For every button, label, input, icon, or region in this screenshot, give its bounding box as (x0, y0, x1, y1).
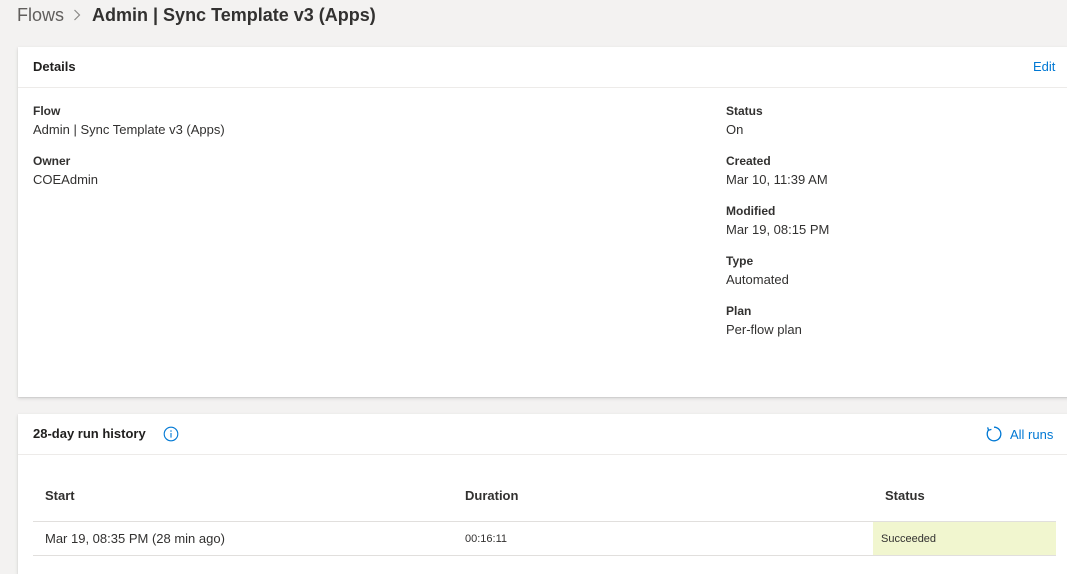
field-created-value: Mar 10, 11:39 AM (726, 172, 828, 187)
run-history-title: 28-day run history (33, 426, 146, 441)
field-type: Type Automated (726, 254, 789, 288)
all-runs-label: All runs (1010, 426, 1054, 442)
field-plan-value: Per-flow plan (726, 322, 802, 337)
field-plan: Plan Per-flow plan (726, 304, 802, 338)
chevron-right-icon (73, 9, 81, 21)
run-history-card-header: 28-day run history All runs (18, 414, 1067, 455)
field-created-label: Created (726, 154, 771, 168)
field-flow: Flow Admin | Sync Template v3 (Apps) (33, 104, 225, 138)
field-flow-label: Flow (33, 104, 61, 118)
field-status-label: Status (726, 104, 763, 118)
column-header-status[interactable]: Status (885, 488, 925, 503)
details-card: Details Edit Flow Admin | Sync Template … (18, 47, 1067, 397)
field-plan-label: Plan (726, 304, 752, 318)
status-badge: Succeeded (873, 522, 1056, 555)
run-status: Succeeded (881, 533, 937, 545)
details-title: Details (33, 59, 76, 74)
column-header-duration[interactable]: Duration (465, 488, 518, 503)
breadcrumb: Flows Admin | Sync Template v3 (Apps) (17, 2, 376, 28)
page-title: Admin | Sync Template v3 (Apps) (92, 4, 376, 25)
run-start[interactable]: Mar 19, 08:35 PM (28 min ago) (45, 531, 225, 546)
field-created: Created Mar 10, 11:39 AM (726, 154, 828, 188)
field-modified-value: Mar 19, 08:15 PM (726, 222, 830, 237)
field-flow-value: Admin | Sync Template v3 (Apps) (33, 122, 225, 137)
field-owner: Owner COEAdmin (33, 154, 98, 188)
breadcrumb-flows-link[interactable]: Flows (17, 5, 64, 26)
column-header-start[interactable]: Start (45, 488, 75, 503)
field-status: Status On (726, 104, 763, 138)
field-status-value: On (726, 122, 744, 137)
field-owner-label: Owner (33, 154, 71, 168)
run-history-card: 28-day run history All runs Start Durati… (18, 414, 1067, 574)
run-duration: 00:16:11 (465, 533, 508, 545)
details-card-header: Details Edit (18, 47, 1067, 88)
field-modified-label: Modified (726, 204, 776, 218)
edit-button[interactable]: Edit (1033, 59, 1055, 74)
all-runs-button[interactable]: All runs (985, 425, 1053, 443)
field-type-value: Automated (726, 272, 789, 287)
field-type-label: Type (726, 254, 754, 268)
table-header-row: Start Duration Status (33, 482, 1056, 522)
refresh-icon (985, 425, 1003, 443)
info-icon[interactable] (163, 426, 179, 442)
table-row[interactable]: Mar 19, 08:35 PM (28 min ago) 00:16:11 S… (33, 522, 1056, 556)
field-owner-value: COEAdmin (33, 172, 99, 187)
field-modified: Modified Mar 19, 08:15 PM (726, 204, 829, 238)
